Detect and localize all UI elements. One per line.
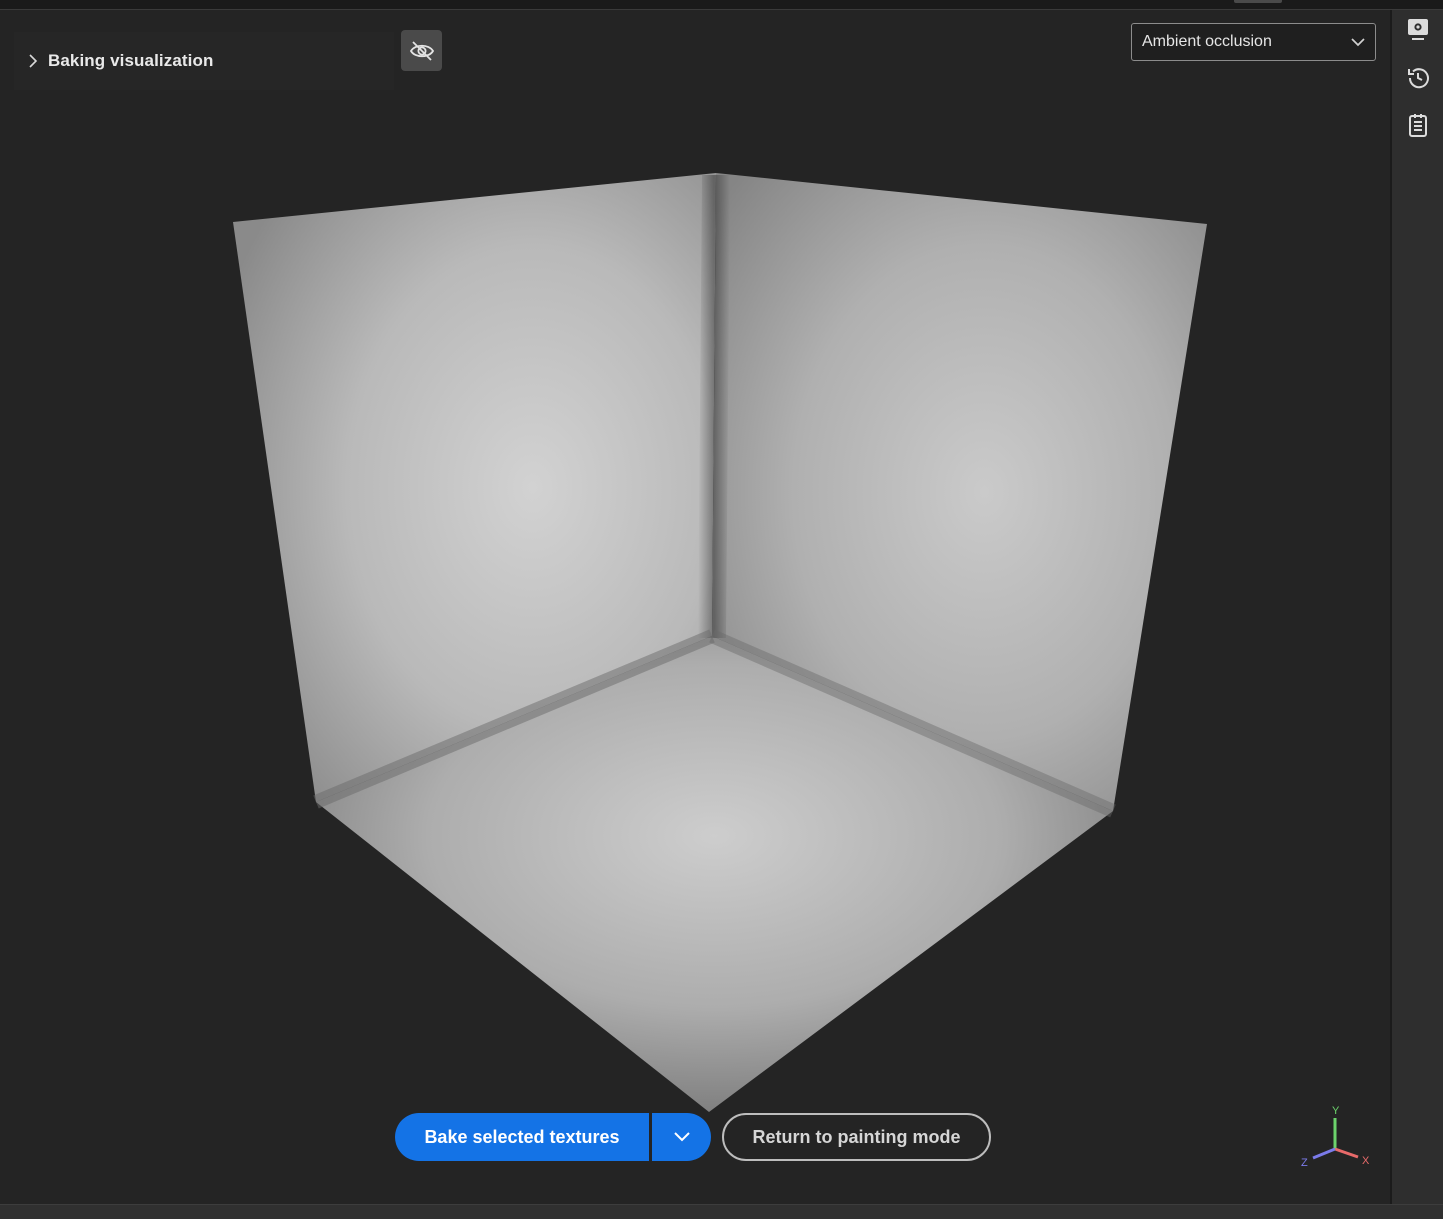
bottom-strip (0, 1204, 1443, 1219)
bake-selected-textures-button[interactable]: Bake selected textures (395, 1113, 649, 1161)
gizmo-z-label: Z (1301, 1157, 1308, 1169)
map-type-dropdown[interactable]: Ambient occlusion (1131, 23, 1376, 61)
chevron-right-icon[interactable] (26, 54, 40, 68)
toggle-visibility-button[interactable] (401, 30, 442, 71)
bake-options-button[interactable] (652, 1113, 711, 1161)
map-type-value: Ambient occlusion (1142, 33, 1272, 50)
tab-handle[interactable] (1234, 0, 1282, 3)
settings-panel-icon[interactable] (1404, 16, 1432, 44)
baking-visualization-header[interactable]: Baking visualization (14, 32, 394, 90)
history-icon[interactable] (1404, 64, 1432, 92)
vertical-seam (698, 175, 730, 638)
gizmo-y-label: Y (1332, 1105, 1340, 1117)
right-toolbar (1390, 10, 1443, 1204)
log-icon[interactable] (1404, 112, 1432, 140)
ao-preview-scene (233, 173, 1207, 1112)
axis-gizmo: Y X Z (1301, 1105, 1370, 1169)
chevron-down-icon (673, 1132, 690, 1142)
return-to-painting-mode-button[interactable]: Return to painting mode (722, 1113, 991, 1161)
panel-title: Baking visualization (48, 51, 214, 70)
top-strip (0, 0, 1443, 10)
eye-off-icon (409, 40, 434, 61)
chevron-down-icon (1351, 38, 1365, 47)
bake-button-group: Bake selected textures (395, 1113, 711, 1161)
viewport[interactable]: Baking visualization Ambient occlusion B… (0, 10, 1390, 1204)
gizmo-x-label: X (1362, 1155, 1370, 1167)
